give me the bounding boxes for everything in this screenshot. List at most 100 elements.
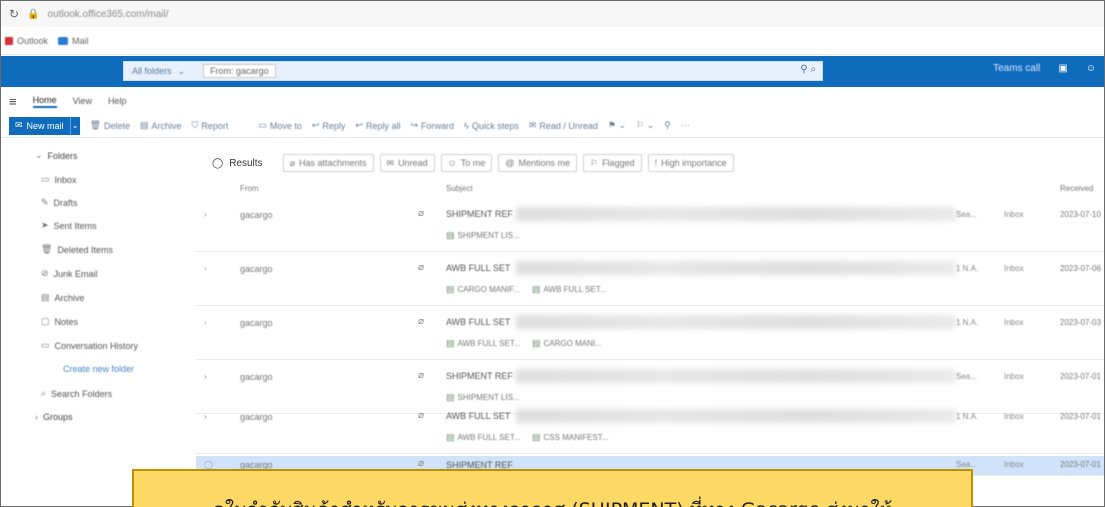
envelope-icon: ✉ bbox=[528, 120, 537, 130]
new-mail-dropdown[interactable]: ⌄ bbox=[69, 116, 80, 135]
sidebar-item-conversation-history[interactable]: ▭ Conversation History bbox=[41, 340, 138, 351]
ribbon-tabs: ≡ Home View Help bbox=[1, 92, 1104, 110]
attachment-chip[interactable]: ▤ AWB FULL SET... bbox=[446, 432, 521, 443]
attachment-chip[interactable]: ▤ AWB FULL SET... bbox=[446, 338, 521, 349]
chevron-right-icon[interactable]: › bbox=[204, 264, 207, 273]
email-row[interactable]: › gacargo ⌀ AWB FULL SET 1 N.A. Inbox 20… bbox=[196, 400, 1104, 454]
sidebar-item-drafts[interactable]: ✎ Drafts bbox=[41, 197, 78, 208]
forward-button[interactable]: ↪ Forward bbox=[410, 120, 454, 131]
reply-all-button[interactable]: ↩ Reply all bbox=[355, 120, 400, 131]
new-mail-button[interactable]: ✉ New mail bbox=[9, 116, 70, 135]
email-category: Sea... bbox=[956, 460, 977, 469]
sidebar-item-sent[interactable]: ➤ Sent Items bbox=[41, 220, 97, 231]
filter-flagged[interactable]: ⚐ Flagged bbox=[582, 154, 642, 172]
email-folder: Inbox bbox=[1004, 318, 1024, 327]
filter-mentions-me[interactable]: @ Mentions me bbox=[498, 154, 577, 172]
pin-icon[interactable]: ⚲ bbox=[664, 120, 671, 131]
tag-icon[interactable]: ⚑ ⌄ bbox=[608, 120, 626, 131]
chevron-down-icon: ⌄ bbox=[177, 65, 186, 76]
chevron-right-icon[interactable]: › bbox=[204, 412, 207, 421]
email-folder: Inbox bbox=[1004, 460, 1024, 469]
delete-button[interactable]: 🗑 Delete bbox=[90, 120, 130, 131]
reply-all-icon: ↩ bbox=[355, 120, 363, 130]
email-category: 1 N.A. bbox=[956, 264, 979, 273]
email-from: gacargo bbox=[240, 210, 273, 220]
sidebar-item-deleted[interactable]: 🗑 Deleted Items bbox=[41, 244, 113, 255]
chevron-right-icon[interactable]: › bbox=[204, 210, 207, 219]
file-icon: ▤ bbox=[532, 338, 541, 348]
chevron-down-icon: ⌄ bbox=[35, 150, 43, 160]
bookmark-mail[interactable]: Mail bbox=[58, 36, 89, 46]
report-button[interactable]: ⛉ Report bbox=[192, 120, 229, 131]
attachment-chip[interactable]: ▤ SHIPMENT LIS... bbox=[446, 230, 520, 241]
filter-unread[interactable]: ✉ Unread bbox=[379, 154, 435, 172]
tab-home[interactable]: Home bbox=[32, 95, 57, 108]
people-icon[interactable]: ☺ bbox=[1086, 63, 1096, 74]
reply-button[interactable]: ↩ Reply bbox=[312, 120, 346, 131]
paperclip-icon: ⌀ bbox=[418, 316, 425, 327]
compose-icon: ✉ bbox=[15, 120, 23, 130]
tab-help[interactable]: Help bbox=[108, 96, 127, 106]
search-icon: ⌕ bbox=[41, 388, 47, 398]
suite-right-tools: Teams call ▣ ☺ bbox=[993, 63, 1096, 74]
groups-header[interactable]: › Groups bbox=[35, 412, 73, 422]
office-icon bbox=[5, 36, 13, 45]
email-folder: Inbox bbox=[1004, 264, 1024, 273]
teams-call-button[interactable]: Teams call bbox=[993, 63, 1040, 74]
create-folder-link[interactable]: Create new folder bbox=[63, 364, 134, 374]
bookmark-outlook[interactable]: Outlook bbox=[5, 36, 48, 46]
email-row[interactable]: › gacargo ⌀ SHIPMENT REF Sea... Inbox 20… bbox=[196, 198, 1104, 252]
email-folder: Inbox bbox=[1004, 412, 1024, 421]
calendar-icon[interactable]: ▣ bbox=[1058, 63, 1067, 74]
archive-button[interactable]: ▤ Archive bbox=[140, 120, 182, 131]
flag-icon[interactable]: ⚐ ⌄ bbox=[636, 120, 654, 131]
quick-steps-button[interactable]: ϟ Quick steps bbox=[464, 121, 519, 131]
attachment-chip[interactable]: ▤ CARGO MANI... bbox=[532, 338, 602, 349]
email-date: 2023-07-10 bbox=[1060, 210, 1101, 219]
folder-move-icon: ▭ bbox=[258, 120, 267, 130]
search-box[interactable]: All folders ⌄ From: gacargo ⚲ ⌕ bbox=[123, 61, 823, 81]
filter-high-importance[interactable]: ! High importance bbox=[647, 154, 734, 172]
archive-icon: ▤ bbox=[41, 292, 50, 302]
email-row[interactable]: › gacargo ⌀ AWB FULL SET 1 N.A. Inbox 20… bbox=[196, 252, 1104, 306]
column-from[interactable]: From bbox=[240, 184, 259, 193]
folder-pane: ⌄ Folders ▭ Inbox ✎ Drafts ➤ Sent Items 🗑 Del… bbox=[1, 142, 193, 507]
sidebar-item-inbox[interactable]: ▭ Inbox bbox=[41, 174, 77, 185]
menu-icon[interactable]: ≡ bbox=[9, 94, 17, 109]
filter-to-me[interactable]: ☺ To me bbox=[440, 154, 493, 172]
reload-icon[interactable]: ↻ bbox=[9, 7, 19, 21]
paperclip-icon: ⌀ bbox=[418, 370, 425, 381]
read-unread-button[interactable]: ✉ Read / Unread bbox=[529, 120, 598, 131]
search-chip[interactable]: From: gacargo bbox=[203, 64, 276, 78]
new-mail-group: ✉ New mail ⌄ bbox=[9, 116, 80, 135]
sidebar-item-archive[interactable]: ▤ Archive bbox=[41, 292, 85, 303]
chevron-right-icon[interactable]: › bbox=[204, 318, 207, 327]
sidebar-item-notes[interactable]: ▢ Notes bbox=[41, 316, 78, 327]
email-row[interactable]: › gacargo ⌀ AWB FULL SET 1 N.A. Inbox 20… bbox=[196, 306, 1104, 360]
results-filter-bar: ◯ Results ⌀ Has attachments ✉ Unread ☺ To me… bbox=[212, 150, 734, 176]
sidebar-item-junk[interactable]: ⊘ Junk Email bbox=[41, 268, 98, 279]
column-subject[interactable]: Subject bbox=[446, 184, 473, 193]
archive-icon: ▤ bbox=[140, 120, 149, 130]
url-text[interactable]: outlook.office365.com/mail/ bbox=[48, 9, 169, 20]
more-icon[interactable]: ⋯ bbox=[681, 120, 690, 131]
folders-header[interactable]: ⌄ Folders bbox=[35, 150, 78, 161]
attachment-chip[interactable]: ▤ CARGO MANIF... bbox=[446, 284, 520, 295]
browser-address-bar: ↻ 🔒 outlook.office365.com/mail/ bbox=[1, 1, 1104, 27]
exclamation-icon: ! bbox=[654, 158, 658, 168]
attachment-chip[interactable]: ▤ AWB FULL SET... bbox=[532, 284, 607, 295]
checkbox-icon[interactable]: ◯ bbox=[204, 460, 213, 469]
chevron-right-icon[interactable]: › bbox=[204, 372, 207, 381]
attachment-chip[interactable]: ▤ CSS MANIFEST... bbox=[532, 432, 608, 443]
email-folder: Inbox bbox=[1004, 210, 1024, 219]
radio-icon[interactable]: ◯ bbox=[212, 158, 223, 169]
column-received[interactable]: Received bbox=[1060, 184, 1093, 193]
sidebar-item-search-folders[interactable]: ⌕ Search Folders bbox=[41, 388, 112, 399]
move-to-button[interactable]: ▭ Move to bbox=[258, 120, 302, 131]
search-scope[interactable]: All folders ⌄ bbox=[124, 66, 193, 77]
paperclip-icon: ⌀ bbox=[418, 458, 425, 469]
file-icon: ▤ bbox=[446, 432, 455, 442]
tab-view[interactable]: View bbox=[73, 96, 92, 106]
filter-has-attachments[interactable]: ⌀ Has attachments bbox=[282, 154, 374, 172]
search-filter-icon[interactable]: ⚲ ⌕ bbox=[800, 64, 816, 75]
